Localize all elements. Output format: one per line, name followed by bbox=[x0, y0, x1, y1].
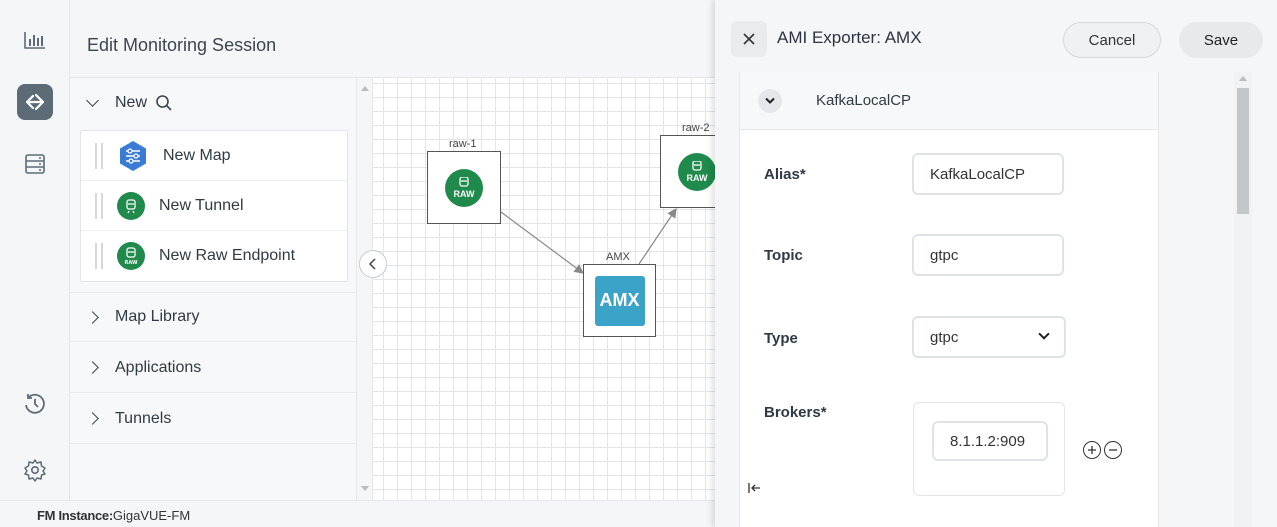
node-label-raw-2: raw-2 bbox=[682, 122, 710, 134]
map-canvas[interactable]: raw-1 RAW raw-2 RAW AMX AMX bbox=[373, 78, 715, 500]
add-broker-button[interactable] bbox=[1083, 441, 1101, 459]
chevron-down-icon bbox=[86, 94, 99, 107]
raw-badge-text: RAW bbox=[453, 188, 475, 199]
topic-field[interactable]: gtpc bbox=[912, 234, 1064, 276]
chevron-right-icon bbox=[86, 361, 99, 374]
drag-handle-icon[interactable] bbox=[95, 243, 103, 269]
type-select[interactable]: gtpc bbox=[912, 316, 1066, 358]
cancel-button[interactable]: Cancel bbox=[1063, 22, 1161, 58]
drawer-header: AMI Exporter: AMX Cancel Save bbox=[715, 0, 1277, 72]
new-tunnel-label: New Tunnel bbox=[159, 196, 244, 214]
connector-amx-raw2 bbox=[638, 208, 677, 265]
tunnel-icon bbox=[117, 191, 145, 220]
raw-badge-text: RAW bbox=[686, 172, 708, 183]
new-map-item[interactable]: New Map bbox=[81, 131, 347, 181]
chevron-down-icon bbox=[1038, 328, 1050, 340]
tree-section-map-library[interactable]: Map Library bbox=[70, 292, 356, 342]
status-footer: FM Instance:GigaVUE-FM bbox=[0, 500, 715, 527]
page-header: Edit Monitoring Session bbox=[70, 0, 715, 78]
raw-2-node[interactable]: RAW bbox=[660, 135, 715, 208]
remove-broker-button[interactable] bbox=[1104, 441, 1122, 459]
new-tunnel-item[interactable]: New Tunnel bbox=[81, 181, 347, 231]
chart-icon[interactable] bbox=[17, 22, 53, 58]
collapse-left-icon[interactable] bbox=[748, 481, 762, 497]
close-button[interactable] bbox=[731, 21, 767, 57]
tree-section-tunnels[interactable]: Tunnels bbox=[70, 394, 356, 444]
page-title: Edit Monitoring Session bbox=[87, 35, 277, 55]
exporter-form: KafkaLocalCP Alias* KafkaLocalCP Topic g… bbox=[739, 72, 1159, 527]
inventory-icon[interactable] bbox=[17, 146, 53, 182]
panel-scrollbar[interactable] bbox=[357, 78, 373, 500]
drag-handle-icon[interactable] bbox=[95, 192, 103, 219]
new-raw-endpoint-item[interactable]: RAW New Raw Endpoint bbox=[81, 231, 347, 281]
brokers-list: 8.1.1.2:909 bbox=[913, 402, 1065, 496]
minus-icon bbox=[1109, 449, 1117, 451]
tree-section-new-label: New bbox=[115, 94, 148, 111]
element-panel: New New Map New Tunnel RAW New Raw Endpo… bbox=[70, 78, 357, 500]
map-settings-icon bbox=[117, 140, 149, 172]
settings-gear-icon[interactable] bbox=[17, 452, 53, 488]
traffic-flow-icon[interactable] bbox=[17, 84, 53, 120]
alias-label: Alias* bbox=[764, 166, 806, 183]
raw-endpoint-icon: RAW bbox=[117, 242, 145, 270]
new-map-label: New Map bbox=[163, 146, 231, 164]
drawer-scrollbar[interactable] bbox=[1234, 72, 1252, 527]
section-label: KafkaLocalCP bbox=[816, 92, 912, 109]
scroll-up-icon[interactable] bbox=[361, 86, 369, 91]
node-label-amx: AMX bbox=[606, 251, 630, 263]
tree-section-new[interactable]: New bbox=[70, 78, 356, 128]
alias-field[interactable]: KafkaLocalCP bbox=[912, 153, 1064, 195]
brokers-label: Brokers* bbox=[764, 404, 827, 421]
new-items-list: New Map New Tunnel RAW New Raw Endpoint bbox=[80, 130, 348, 282]
type-select-value: gtpc bbox=[930, 329, 959, 346]
plus-icon bbox=[1088, 446, 1096, 454]
tree-section-label: Applications bbox=[115, 358, 202, 376]
chevron-left-icon bbox=[368, 258, 376, 270]
chevron-right-icon bbox=[86, 310, 99, 324]
close-icon bbox=[743, 33, 755, 45]
scrollbar-thumb[interactable] bbox=[1237, 88, 1249, 214]
chevron-down-icon[interactable] bbox=[758, 89, 782, 113]
footer-value: GigaVUE-FM bbox=[112, 508, 191, 523]
chevron-right-icon bbox=[86, 412, 99, 425]
amx-node[interactable]: AMX bbox=[583, 264, 656, 337]
drag-handle-icon[interactable] bbox=[95, 142, 103, 169]
new-raw-endpoint-label: New Raw Endpoint bbox=[159, 247, 296, 264]
collapse-panel-button[interactable] bbox=[359, 250, 387, 278]
tree-section-label: Tunnels bbox=[115, 409, 172, 427]
scroll-up-icon[interactable] bbox=[1239, 76, 1247, 81]
tree-section-applications[interactable]: Applications bbox=[70, 343, 356, 393]
connector-raw1-amx bbox=[500, 211, 584, 274]
section-header[interactable]: KafkaLocalCP bbox=[740, 72, 1158, 130]
broker-field[interactable]: 8.1.1.2:909 bbox=[932, 421, 1048, 461]
type-label: Type bbox=[764, 330, 798, 347]
topic-label: Topic bbox=[764, 247, 803, 264]
tree-section-label: Map Library bbox=[115, 308, 200, 325]
exporter-drawer: AMI Exporter: AMX Cancel Save KafkaLocal… bbox=[715, 0, 1277, 527]
amx-icon: AMX bbox=[594, 275, 645, 326]
drawer-title: AMI Exporter: AMX bbox=[777, 28, 922, 47]
raw-endpoint-icon: RAW bbox=[445, 168, 483, 207]
raw-endpoint-icon: RAW bbox=[678, 152, 715, 191]
save-button[interactable]: Save bbox=[1179, 22, 1263, 58]
footer-label: FM Instance: bbox=[37, 508, 113, 523]
history-icon[interactable] bbox=[17, 386, 53, 422]
raw-1-node[interactable]: RAW bbox=[427, 151, 501, 224]
node-label-raw-1: raw-1 bbox=[449, 138, 477, 150]
icon-rail bbox=[0, 0, 70, 500]
svg-text:RAW: RAW bbox=[124, 260, 137, 265]
scroll-down-icon[interactable] bbox=[361, 486, 369, 491]
search-icon[interactable] bbox=[155, 94, 173, 112]
